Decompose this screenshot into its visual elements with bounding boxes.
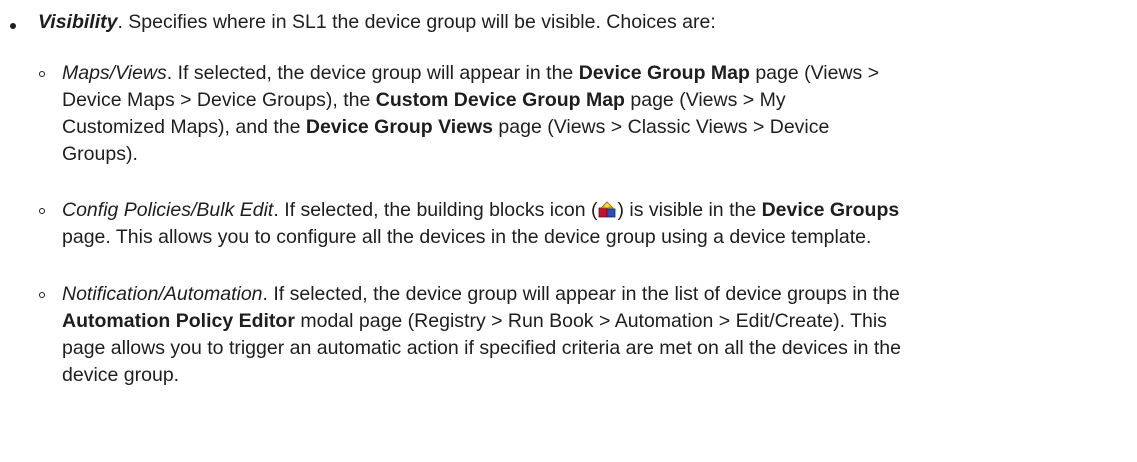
text-line: Maps/Views. If selected, the device grou… <box>62 60 1122 87</box>
text-line: page allows you to trigger an automatic … <box>62 335 1122 362</box>
text-run: ) is visible in the <box>617 199 762 221</box>
text-run: page (Views > <box>749 62 880 84</box>
text-line: device group. <box>62 362 1122 389</box>
visibility-intro: . Specifies where in SL1 the device grou… <box>117 11 716 33</box>
visibility-description: Visibility. Specifies where in SL1 the d… <box>38 9 716 35</box>
bullet-circle <box>39 208 45 214</box>
text-run: . If selected, the building blocks icon … <box>273 199 598 221</box>
text-run: Device Maps > Device Groups), the <box>62 89 376 111</box>
text-line: Device Maps > Device Groups), the Custom… <box>62 87 1122 114</box>
option-term: Maps/Views <box>62 62 167 84</box>
text-line: page. This allows you to configure all t… <box>62 224 1122 251</box>
text-run: page (Views > Classic Views > Device <box>493 116 830 138</box>
text-run: page (Views > My <box>624 89 786 111</box>
option-term: Config Policies/Bulk Edit <box>62 199 274 221</box>
building-blocks-icon <box>597 199 617 219</box>
text-run: . If selected, the device group will app… <box>166 62 579 84</box>
text-line: Automation Policy Editor modal page (Reg… <box>62 308 1122 335</box>
bullet-circle <box>39 292 45 298</box>
text-run: . If selected, the device group will app… <box>262 283 900 305</box>
ui-element-name: Custom Device Group Map <box>375 89 625 111</box>
option-text: Config Policies/Bulk Edit. If selected, … <box>62 197 1122 251</box>
text-run: page. This allows you to configure all t… <box>62 226 872 248</box>
visibility-term: Visibility <box>38 11 118 33</box>
text-run: device group. <box>62 364 180 386</box>
text-line: Notification/Automation. If selected, th… <box>62 281 1122 308</box>
text-line: Config Policies/Bulk Edit. If selected, … <box>62 197 1122 224</box>
ui-element-name: Device Group Map <box>578 62 750 84</box>
text-run: Customized Maps), and the <box>62 116 306 138</box>
ui-element-name: Device Group Views <box>305 116 494 138</box>
text-run: modal page (Registry > Run Book > Automa… <box>294 310 887 332</box>
text-run: Groups). <box>62 143 138 165</box>
text-run: page allows you to trigger an automatic … <box>62 337 901 359</box>
bullet-circle <box>39 71 45 77</box>
ui-element-name: Automation Policy Editor <box>62 310 295 332</box>
option-term: Notification/Automation <box>62 283 263 305</box>
bullet-disc <box>10 23 16 29</box>
text-line: Groups). <box>62 141 1122 168</box>
option-text: Notification/Automation. If selected, th… <box>62 281 1122 389</box>
option-text: Maps/Views. If selected, the device grou… <box>62 60 1122 168</box>
text-line: Customized Maps), and the Device Group V… <box>62 114 1122 141</box>
ui-element-name: Device Groups <box>761 199 900 221</box>
